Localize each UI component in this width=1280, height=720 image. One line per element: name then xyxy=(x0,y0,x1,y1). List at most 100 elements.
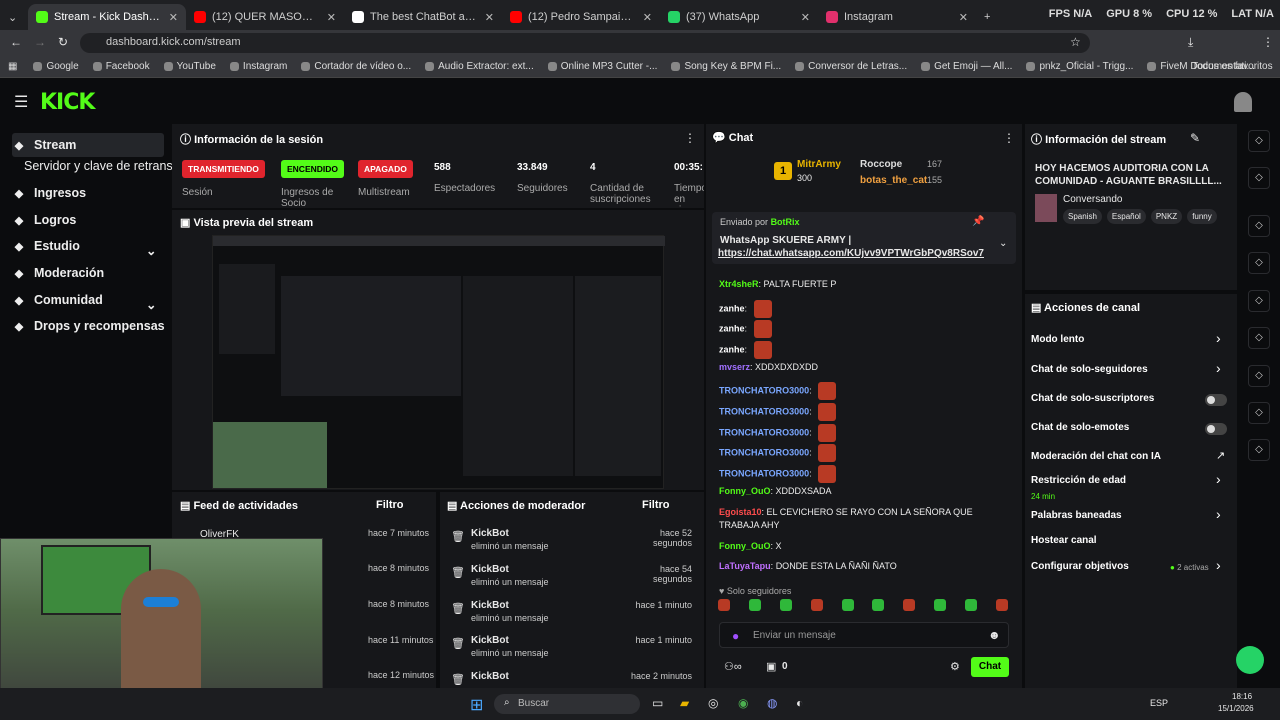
chat-message[interactable]: Fonny_OuO: X xyxy=(719,541,782,551)
chat-username[interactable]: TRONCHATORO3000 xyxy=(719,447,809,457)
channel-action-row[interactable]: Modo lento xyxy=(1031,334,1084,345)
bookmark[interactable]: Facebook xyxy=(92,61,150,72)
close-icon[interactable]: ✕ xyxy=(959,11,968,24)
stream-preview-video[interactable] xyxy=(212,235,665,489)
emote-icon[interactable] xyxy=(965,599,977,611)
chat-message[interactable]: mvserz: XDDXDXDXDD xyxy=(719,362,818,372)
close-icon[interactable]: ✕ xyxy=(801,11,810,24)
toggle-switch[interactable] xyxy=(1205,394,1227,406)
points-icon[interactable]: ⚇∞ xyxy=(724,660,742,673)
tag-chip[interactable]: Spanish xyxy=(1063,209,1102,224)
hamburger-icon[interactable]: ☰ xyxy=(14,92,28,112)
bookmark[interactable]: YouTube xyxy=(163,61,216,72)
kick-logo[interactable]: KICK xyxy=(40,90,95,115)
chat-username[interactable]: Fonny_OuO xyxy=(719,486,771,496)
status-badge-live[interactable]: TRANSMITIENDO xyxy=(182,160,265,178)
all-bookmarks[interactable]: Todos os favoritos xyxy=(1192,61,1273,72)
chat-username[interactable]: LaTuyaTapu xyxy=(719,561,771,571)
toggle-switch[interactable] xyxy=(1205,423,1227,435)
channel-action-row[interactable]: Configurar objetivos xyxy=(1031,561,1129,572)
back-icon[interactable]: ← xyxy=(10,35,22,49)
channel-action-row[interactable]: Chat de solo-seguidores xyxy=(1031,364,1148,375)
pinned-link[interactable]: https://chat.whatsapp.com/KUjvv9VPTWrGbP… xyxy=(718,248,984,259)
chat-message[interactable]: zanhe: xyxy=(719,320,772,338)
bookmark[interactable]: Instagram xyxy=(229,61,287,72)
close-icon[interactable]: ✕ xyxy=(327,11,336,24)
sidebar-item[interactable]: Servidor y clave de retransm xyxy=(24,159,183,173)
tag-chip[interactable]: funny xyxy=(1187,209,1217,224)
windows-start-icon[interactable]: ⊞ xyxy=(470,695,483,715)
chat-message[interactable]: zanhe: xyxy=(719,341,772,359)
url-input[interactable]: dashboard.kick.com/stream xyxy=(80,33,1090,53)
star-icon[interactable]: ☆ xyxy=(1070,35,1081,49)
channel-action-row[interactable]: Restricción de edad xyxy=(1031,475,1126,486)
clock-time[interactable]: 18:16 xyxy=(1232,692,1252,701)
chat-username[interactable]: TRONCHATORO3000 xyxy=(719,385,809,395)
emoji-icon[interactable]: ☻ xyxy=(988,628,1001,642)
lang-indicator[interactable]: ESP xyxy=(1150,698,1168,708)
rail-tool-icon[interactable]: ◇ xyxy=(1248,365,1270,387)
category-name[interactable]: Conversando xyxy=(1063,194,1122,205)
folder-icon[interactable]: ▰ xyxy=(680,696,689,710)
emote-icon[interactable] xyxy=(995,599,1008,611)
emote-icon[interactable] xyxy=(903,599,916,611)
settings-icon[interactable]: ⚙ xyxy=(950,660,960,673)
chat-username[interactable]: Fonny_OuO xyxy=(719,541,771,551)
bookmark[interactable]: Song Key & BPM Fi... xyxy=(671,61,781,72)
close-icon[interactable]: ✕ xyxy=(643,11,652,24)
forward-icon[interactable]: → xyxy=(34,35,46,49)
download-icon[interactable]: ⤓ xyxy=(1188,35,1193,50)
channel-action-row[interactable]: Chat de solo-suscriptores xyxy=(1031,393,1154,404)
sidebar-item[interactable]: ◆ Ingresos xyxy=(12,186,86,200)
status-badge-off[interactable]: APAGADO xyxy=(358,160,413,178)
emote-icon[interactable] xyxy=(779,599,792,611)
rail-tool-icon[interactable]: ◇ xyxy=(1248,215,1270,237)
bookmark[interactable]: Conversor de Letras... xyxy=(795,61,907,72)
chat-username[interactable]: TRONCHATORO3000 xyxy=(719,406,809,416)
chat-message[interactable]: TRONCHATORO3000: xyxy=(719,444,837,462)
channel-action-row[interactable]: Chat de solo-emotes xyxy=(1031,422,1129,433)
rail-tool-icon[interactable]: ◇ xyxy=(1248,167,1270,189)
tag-chip[interactable]: Español xyxy=(1106,209,1146,224)
sidebar-item[interactable]: ◆ Estudio ⌄ xyxy=(12,239,157,258)
chat-message[interactable]: LaTuyaTapu: DONDE ESTA LA ÑAÑI ÑATO xyxy=(719,561,897,571)
avatar[interactable] xyxy=(1234,92,1252,112)
whatsapp-float-icon[interactable] xyxy=(1236,646,1264,674)
emote-icon[interactable] xyxy=(872,599,885,611)
chat-username[interactable]: Egoista10 xyxy=(719,507,762,517)
browser-tab[interactable]: The best ChatBot and Widgets ✕ xyxy=(344,4,502,30)
chat-message[interactable]: Egoista10: EL CEVICHERO SE RAYO CON LA S… xyxy=(719,506,1009,532)
sidebar-item[interactable]: ◆ Stream xyxy=(12,133,164,157)
emote-icon[interactable] xyxy=(810,599,823,611)
browser-tab[interactable]: (12) Pedro Sampaio, Felipe Orig ✕ xyxy=(502,4,660,30)
chat-message[interactable]: TRONCHATORO3000: xyxy=(719,424,837,442)
bookmark[interactable]: Get Emoji — All... xyxy=(921,61,1012,72)
reload-icon[interactable]: ↻ xyxy=(58,35,68,49)
bookmark[interactable]: pnkz_Oficial - Trigg... xyxy=(1026,61,1133,72)
rail-tool-icon[interactable]: ◇ xyxy=(1248,402,1270,424)
tab-list-icon[interactable]: ⌄ xyxy=(0,4,28,30)
chat-input[interactable]: ● Enviar un mensaje ☻ xyxy=(719,622,1009,648)
chat-username[interactable]: zanhe xyxy=(719,344,745,354)
bookmark[interactable]: Google xyxy=(33,61,79,72)
chevron-down-icon[interactable]: ⌄ xyxy=(999,238,1007,249)
channel-action-row[interactable]: Moderación del chat con IA xyxy=(1031,451,1161,462)
sidebar-item[interactable]: ◆ Moderación xyxy=(12,266,104,280)
chat-message[interactable]: TRONCHATORO3000: xyxy=(719,382,837,400)
chat-menu-icon[interactable]: ⋮ xyxy=(1003,131,1015,145)
category-thumb[interactable] xyxy=(1035,194,1057,222)
chevron-right-icon[interactable]: › xyxy=(1216,471,1221,487)
clock-date[interactable]: 15/1/2026 xyxy=(1218,704,1254,713)
chat-message[interactable]: Xtr4sheR: PALTA FUERTE P xyxy=(719,279,836,289)
chat-message[interactable]: zanhe: xyxy=(719,300,772,318)
chat-message[interactable]: Fonny_OuO: XDDDXSADA xyxy=(719,486,832,496)
feed-filter-button[interactable]: Filtro xyxy=(376,499,404,511)
chat-username[interactable]: TRONCHATORO3000 xyxy=(719,468,809,478)
close-icon[interactable]: ✕ xyxy=(485,11,494,24)
mod-user[interactable]: KickBot xyxy=(471,671,509,682)
chat-username[interactable]: zanhe xyxy=(719,303,745,313)
browser-tab[interactable]: Stream - Kick Dashboard ✕ xyxy=(28,4,186,30)
close-icon[interactable]: ✕ xyxy=(169,11,178,24)
emote-icon[interactable] xyxy=(934,599,947,611)
sidebar-item[interactable]: ◆ Drops y recompensas xyxy=(12,319,165,333)
